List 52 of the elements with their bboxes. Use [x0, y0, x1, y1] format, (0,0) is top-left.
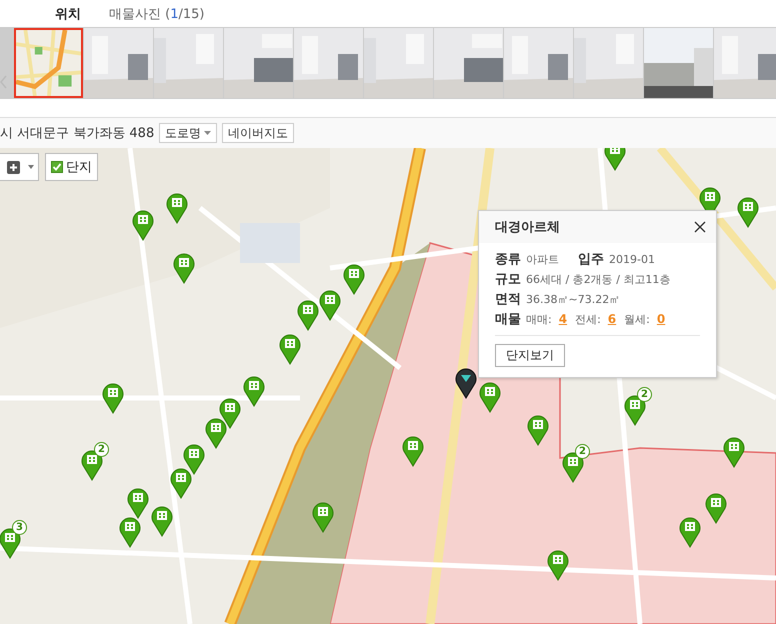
building-pin-icon[interactable] [102, 382, 124, 414]
field-value: 66세대 / 총2개동 / 최고11층 [526, 272, 670, 286]
field-label: 입주 [578, 251, 604, 268]
building-pin-icon[interactable] [183, 443, 205, 475]
building-pin-icon[interactable] [527, 414, 549, 446]
field-label: 면적 [495, 291, 521, 308]
building-pin-icon[interactable] [343, 263, 365, 295]
tab[interactable]: 매물사진 (1/15) [109, 4, 204, 22]
address-text: 시 서대문구 북가좌동 488 [0, 125, 154, 142]
field-label: 종류 [495, 251, 521, 268]
field-label: 매물 [495, 311, 521, 328]
road-name-dropdown[interactable]: 도로명 [159, 123, 218, 143]
building-pin-icon[interactable] [127, 487, 149, 519]
caret-icon [204, 131, 212, 135]
building-pin-icon[interactable] [604, 148, 626, 171]
building-pin-icon[interactable] [402, 435, 424, 467]
popup-title: 대경아르체 [495, 219, 560, 236]
building-pin-icon[interactable] [297, 299, 319, 331]
building-pin-icon[interactable] [679, 516, 701, 548]
building-pin-icon[interactable] [312, 501, 334, 533]
building-pin-icon[interactable] [479, 381, 501, 413]
building-pin-icon[interactable] [547, 549, 569, 581]
field-value: 매매: [526, 312, 552, 326]
complex-filter-checkbox[interactable]: 단지 [45, 153, 98, 181]
checkbox-icon[interactable] [51, 161, 63, 173]
building-pin-icon[interactable] [173, 252, 195, 284]
building-pin-icon[interactable] [151, 505, 173, 537]
building-pin-icon[interactable] [279, 333, 301, 365]
zoom-control[interactable] [0, 153, 39, 181]
building-pin-icon[interactable] [119, 516, 141, 548]
field-value: 월세: [624, 312, 650, 326]
building-pin-icon[interactable] [166, 192, 188, 224]
field-value: 2019-01 [609, 252, 655, 266]
field-value: 아파트 [526, 252, 559, 266]
caret-icon[interactable] [28, 165, 34, 169]
building-pin-icon[interactable] [737, 196, 759, 228]
location-pin-icon[interactable] [455, 367, 477, 399]
building-pin-icon[interactable] [205, 417, 227, 449]
field-value: 36.38㎡~73.22㎡ [526, 292, 620, 306]
field-label: 규모 [495, 271, 521, 288]
tab[interactable]: 위치 [55, 4, 81, 22]
building-pin-icon[interactable] [705, 492, 727, 524]
building-pin-icon[interactable] [170, 467, 192, 499]
zoom-in-icon[interactable] [7, 160, 20, 174]
close-icon[interactable] [694, 221, 706, 233]
field-value: 전세: [575, 312, 601, 326]
building-pin-icon[interactable] [723, 436, 745, 468]
building-pin-icon[interactable] [132, 209, 154, 241]
building-pin-icon[interactable] [319, 289, 341, 321]
view-complex-button[interactable]: 단지보기 [495, 344, 565, 367]
building-pin-icon[interactable] [243, 375, 265, 407]
map-link-button[interactable]: 네이버지도 [222, 123, 294, 143]
